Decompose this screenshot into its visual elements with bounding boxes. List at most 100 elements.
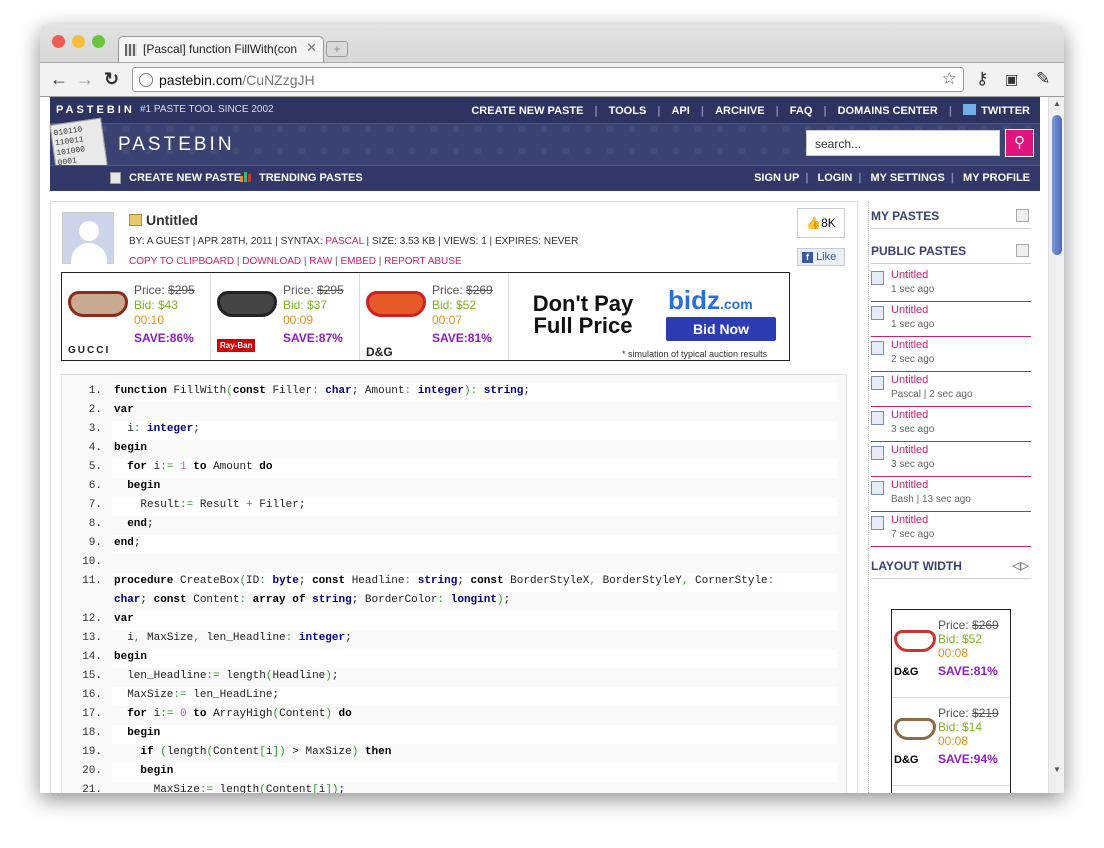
top-link-api[interactable]: API [672, 105, 690, 117]
paste-item-title[interactable]: Untitled [891, 339, 928, 351]
sidebar-ad-item[interactable]: Price: $219 Bid: $14 00:08 SAVE:94% D&G [892, 698, 1010, 786]
ad-banner[interactable]: Price: $295 Bid: $43 00:10 SAVE:86% GUCC… [61, 272, 790, 361]
search-button[interactable]: ⚲ [1005, 129, 1034, 157]
tag-icon[interactable]: ▣ [1005, 71, 1018, 88]
bookmark-star-icon[interactable]: ☆ [942, 69, 957, 89]
paste-title-text: Untitled [146, 212, 199, 228]
ad-item[interactable]: Price: $295 Bid: $37 00:09 SAVE:87% Ray-… [211, 273, 360, 360]
paste-meta: BY: A GUEST | APR 28TH, 2011 | SYNTAX: P… [129, 236, 578, 247]
nav-trending-pastes[interactable]: TRENDING PASTES [259, 172, 363, 184]
paste-item-title[interactable]: Untitled [891, 304, 928, 316]
chart-icon [240, 172, 251, 185]
save-label: SAVE: [938, 752, 974, 766]
paste-item-time: 3 sec ago [891, 459, 935, 470]
collapse-icon[interactable] [1016, 244, 1029, 257]
reload-icon[interactable]: ↻ [104, 69, 119, 90]
sidebar-ad-item[interactable]: Price: $269 Bid: $52 00:08 SAVE:81% D&G [892, 610, 1010, 698]
top-link-archive[interactable]: ARCHIVE [715, 105, 765, 117]
wrench-icon[interactable]: ✎ [1036, 69, 1050, 89]
close-window-button[interactable] [52, 35, 65, 48]
public-paste-item[interactable]: Untitled 3 sec ago [871, 407, 1031, 442]
ad-bid: Bid: $43 [134, 298, 179, 312]
top-link-tools[interactable]: TOOLS [609, 105, 647, 117]
layout-width-heading: LAYOUT WIDTH ◁▷ [871, 559, 1031, 579]
close-tab-icon[interactable]: ✕ [306, 40, 317, 56]
ad-item[interactable]: Price: $269 Bid: $52 00:07 SAVE:81% D&G [360, 273, 509, 360]
code-line: MaxSize:= length(Content[i]); [114, 784, 346, 793]
ad-save: SAVE:87% [283, 331, 343, 345]
resize-arrows-icon[interactable]: ◁▷ [1012, 559, 1029, 572]
paste-item-title[interactable]: Untitled [891, 269, 928, 281]
layout-width-label: LAYOUT WIDTH [871, 559, 962, 573]
save-value: 86% [169, 331, 194, 345]
zoom-window-button[interactable] [92, 35, 105, 48]
code-line: var [114, 404, 134, 416]
minimize-window-button[interactable] [72, 35, 85, 48]
bid-now-button[interactable]: Bid Now [666, 317, 776, 341]
scrollbar-thumb[interactable] [1052, 115, 1062, 255]
line-number: 6. [88, 480, 102, 492]
download-link[interactable]: DOWNLOAD [242, 256, 301, 267]
logo-text[interactable]: PASTEBIN [118, 134, 235, 156]
my-profile-link[interactable]: MY PROFILE [963, 172, 1030, 184]
public-paste-item[interactable]: Untitled 1 sec ago [871, 302, 1031, 337]
code-line: Result:= Result + Filler; [112, 497, 837, 516]
sign-up-link[interactable]: SIGN UP [754, 172, 799, 184]
paste-item-title[interactable]: Untitled [891, 479, 928, 491]
public-paste-item[interactable]: Untitled Pascal | 2 sec ago [871, 372, 1031, 407]
sunglasses-image [217, 291, 277, 317]
public-paste-item[interactable]: Untitled 2 sec ago [871, 337, 1031, 372]
top-link-faq[interactable]: FAQ [790, 105, 813, 117]
code-line: function FillWith(const Filler: char; Am… [112, 383, 837, 402]
scroll-up-icon[interactable]: ▲ [1053, 99, 1061, 108]
back-icon[interactable]: ← [50, 69, 68, 90]
raw-link[interactable]: RAW [309, 256, 332, 267]
scrollbar[interactable]: ▲ ▼ [1048, 97, 1064, 793]
code-line: begin [112, 649, 837, 668]
scroll-down-icon[interactable]: ▼ [1053, 765, 1061, 774]
code-block[interactable]: 1. function FillWith(const Filler: char; … [61, 374, 847, 793]
address-bar[interactable]: pastebin.com/CuNZzgJH ☆ [132, 67, 964, 92]
new-tab-button[interactable]: + [326, 41, 348, 57]
sidebar-ad[interactable]: Price: $269 Bid: $52 00:08 SAVE:81% D&G Price… [891, 609, 1011, 793]
ad-item[interactable]: Price: $295 Bid: $43 00:10 SAVE:86% GUCC… [62, 273, 211, 360]
paste-item-title[interactable]: Untitled [891, 514, 928, 526]
login-link[interactable]: LOGIN [817, 172, 852, 184]
browser-tab[interactable]: [Pascal] function FillWith(con ✕ [118, 36, 324, 62]
my-settings-link[interactable]: MY SETTINGS [870, 172, 944, 184]
paste-icon [871, 306, 884, 320]
forward-icon[interactable]: → [76, 69, 94, 90]
top-link-twitter[interactable]: TWITTER [981, 105, 1030, 117]
embed-link[interactable]: EMBED [340, 256, 376, 267]
ad-save: SAVE:81% [938, 664, 998, 678]
top-link-domains[interactable]: DOMAINS CENTER [838, 105, 938, 117]
key-icon[interactable]: ⚷ [976, 69, 988, 89]
sidebar-ad-item[interactable]: Price: $299 [892, 786, 1010, 793]
line-number: 18. [82, 727, 102, 739]
sunglasses-image [894, 630, 936, 652]
nav-create-new-paste[interactable]: CREATE NEW PASTE [129, 172, 241, 184]
syntax-link[interactable]: PASCAL [325, 236, 363, 247]
public-paste-item[interactable]: Untitled 3 sec ago [871, 442, 1031, 477]
search-input[interactable]: search... [806, 130, 1000, 156]
code-line: if (length(Content[i]) > MaxSize) then [140, 746, 392, 758]
top-bar: PASTEBIN #1 PASTE TOOL SINCE 2002 CREATE… [50, 97, 1040, 124]
public-paste-item[interactable]: Untitled 7 sec ago [871, 512, 1031, 547]
save-value: 81% [973, 664, 998, 678]
paste-item-title[interactable]: Untitled [891, 444, 928, 456]
report-abuse-link[interactable]: REPORT ABUSE [384, 256, 461, 267]
expand-icon[interactable] [1016, 209, 1029, 222]
nav-bar: CREATE NEW PASTE TRENDING PASTES SIGN UP… [50, 165, 1040, 191]
copy-to-clipboard-link[interactable]: COPY TO CLIPBOARD [129, 256, 234, 267]
ad-price: Price: $269 [938, 618, 999, 632]
save-label: SAVE: [134, 331, 170, 345]
top-link-create[interactable]: CREATE NEW PASTE [471, 105, 583, 117]
paste-item-title[interactable]: Untitled [891, 409, 928, 421]
paste-item-time: 1 sec ago [891, 319, 935, 330]
public-paste-item[interactable]: Untitled 1 sec ago [871, 267, 1031, 302]
facebook-like-button[interactable]: f Like [797, 248, 845, 266]
public-paste-item[interactable]: Untitled Bash | 13 sec ago [871, 477, 1031, 512]
brand-logo: Ray-Ban [217, 339, 256, 352]
paste-item-title[interactable]: Untitled [891, 374, 928, 386]
